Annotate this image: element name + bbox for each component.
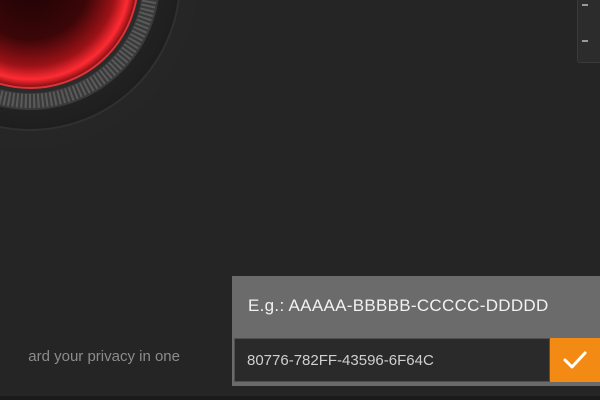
side-toolbar[interactable] (577, 0, 600, 63)
license-key-input[interactable] (234, 338, 550, 382)
app-window: ard your privacy in one E.g.: AAAAA-BBBB… (0, 0, 600, 400)
power-dial-icon[interactable] (0, 0, 200, 150)
license-key-row (234, 338, 600, 382)
license-panel: E.g.: AAAAA-BBBBB-CCCCC-DDDDD (232, 276, 600, 386)
checkmark-icon (563, 351, 587, 369)
license-example-label: E.g.: AAAAA-BBBBB-CCCCC-DDDDD (248, 296, 549, 315)
tagline-text: ard your privacy in one (28, 348, 180, 365)
toolbar-notch (582, 40, 588, 42)
window-bottom-edge (0, 396, 600, 400)
confirm-license-button[interactable] (550, 338, 600, 382)
toolbar-notch (582, 4, 588, 6)
